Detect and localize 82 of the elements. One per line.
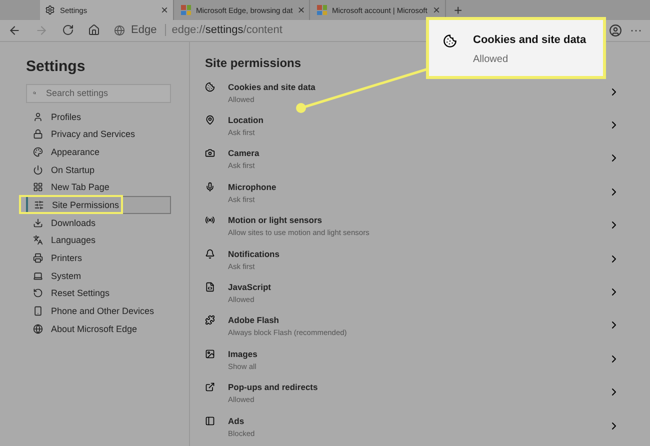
callout-title: Cookies and site data	[473, 34, 586, 46]
permission-title[interactable]: Camera	[228, 148, 595, 158]
palette-icon	[33, 146, 43, 157]
reset-icon	[33, 288, 43, 298]
lock-icon	[33, 129, 43, 140]
phone-icon	[33, 306, 43, 316]
image-icon	[205, 348, 215, 359]
external-link-icon	[205, 382, 215, 392]
code-file-icon	[205, 282, 215, 292]
location-icon	[205, 115, 215, 126]
callout-status: Allowed	[473, 54, 510, 65]
sidebar-item[interactable]: Appearance	[26, 143, 171, 161]
puzzle-icon	[205, 315, 215, 326]
search-field[interactable]: Search settings	[26, 84, 171, 103]
language-icon	[33, 235, 43, 246]
search-input[interactable]: Search settings	[44, 87, 164, 100]
sidebar-item[interactable]: Profiles	[26, 108, 171, 126]
sidebar-item[interactable]: About Microsoft Edge	[26, 320, 171, 338]
sidebar-label: Printers	[51, 253, 82, 264]
sensor-icon	[205, 215, 215, 226]
sidebar-item[interactable]: Reset Settings	[26, 284, 171, 302]
close-button[interactable]: ×	[432, 3, 440, 17]
power-icon	[33, 164, 43, 175]
sidebar-item[interactable]: Printers	[26, 249, 171, 267]
section-title: Site permissions	[205, 56, 302, 70]
permission-title[interactable]: Location	[228, 115, 595, 126]
permission-title[interactable]: Ads	[228, 416, 595, 426]
home-icon[interactable]	[88, 24, 100, 36]
back-icon[interactable]	[8, 24, 21, 37]
grid-icon	[33, 182, 43, 192]
printer-icon	[33, 253, 43, 264]
camera-icon	[205, 148, 215, 158]
close-button[interactable]: ×	[160, 3, 168, 17]
panel-icon	[205, 416, 215, 426]
sliders-icon	[34, 200, 44, 210]
sidebar-label: About Microsoft Edge	[51, 324, 138, 334]
logo-icon	[317, 5, 327, 15]
sidebar-label: Privacy and Services	[51, 129, 136, 140]
sidebar-label: Reset Settings	[51, 288, 110, 298]
sidebar-label: Languages	[51, 235, 96, 246]
sidebar-item[interactable]: On Startup	[26, 160, 171, 178]
new-tab-button[interactable]: +	[448, 2, 468, 18]
sidebar-title: Settings	[26, 58, 86, 75]
laptop-icon	[33, 270, 43, 281]
permission-title[interactable]: Pop-ups and redirects	[228, 382, 595, 392]
sidebar-label: Profiles	[51, 112, 82, 122]
sidebar-label: On Startup	[51, 164, 95, 175]
sidebar-label: System	[51, 270, 82, 281]
permission-title[interactable]: Microphone	[228, 182, 595, 192]
address-field[interactable]: edge://settings/content	[172, 24, 282, 36]
sidebar-label: New Tab Page	[51, 182, 110, 192]
cookie-icon	[205, 82, 215, 92]
bell-icon	[205, 248, 215, 259]
sidebar-item[interactable]: Downloads	[26, 214, 171, 232]
permission-title[interactable]: Images	[228, 348, 595, 359]
logo-icon	[181, 5, 191, 15]
sidebar-label: Phone and Other Devices	[51, 306, 154, 316]
profile-icon[interactable]	[609, 24, 622, 37]
permission-title[interactable]: Motion or light sensors	[228, 215, 595, 226]
cookie-icon	[443, 34, 457, 48]
permission-title[interactable]: JavaScript	[228, 282, 595, 292]
globe-icon	[114, 24, 125, 36]
close-button[interactable]: ×	[298, 3, 305, 17]
profile-icon	[33, 112, 43, 122]
sidebar-item[interactable]: Phone and Other Devices	[26, 302, 171, 320]
sidebar-label: Appearance	[51, 146, 100, 157]
permission-title[interactable]: Cookies and site data	[228, 82, 595, 92]
microphone-icon	[205, 182, 215, 192]
sidebar-label: Site Permissions	[52, 200, 120, 210]
sidebar-item[interactable]: Privacy and Services	[26, 125, 171, 144]
sidebar-item[interactable]: Languages	[26, 232, 171, 250]
gear-icon	[45, 5, 55, 15]
more-button[interactable]: ···	[630, 23, 642, 38]
sidebar-label: Downloads	[51, 218, 96, 228]
site-label: Edge	[131, 24, 166, 36]
download-icon	[33, 218, 43, 228]
globe-icon	[33, 324, 43, 334]
permission-title[interactable]: Adobe Flash	[228, 315, 595, 326]
refresh-icon[interactable]	[62, 24, 74, 36]
sidebar-item[interactable]: New Tab Page	[26, 178, 171, 196]
sidebar-item[interactable]: System	[26, 266, 171, 285]
permission-title[interactable]: Notifications	[228, 248, 595, 259]
